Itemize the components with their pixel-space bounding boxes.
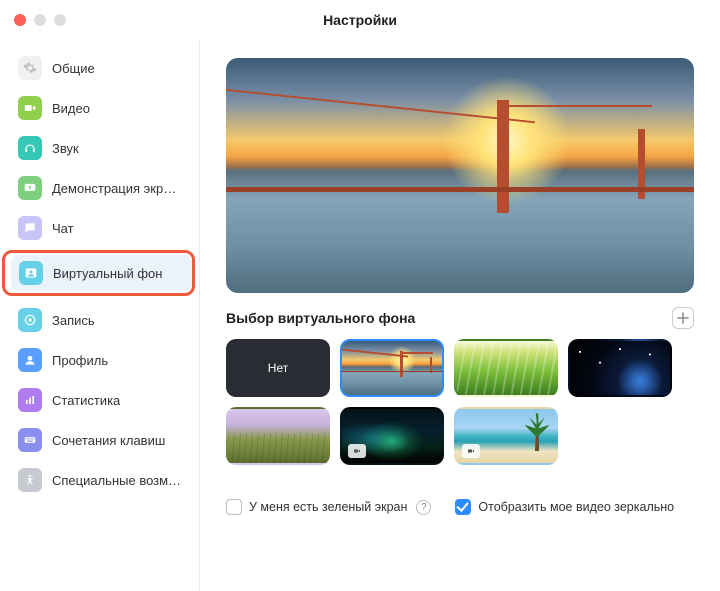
sidebar-item-9[interactable]: Сочетания клавиш bbox=[10, 422, 193, 458]
checkbox-icon bbox=[455, 499, 471, 515]
maximize-window[interactable] bbox=[54, 14, 66, 26]
bg-option-1[interactable] bbox=[340, 339, 444, 397]
record-icon bbox=[18, 308, 42, 332]
background-thumbnails: Нет bbox=[226, 339, 694, 465]
sidebar-item-label: Профиль bbox=[52, 353, 108, 368]
sidebar-item-label: Статистика bbox=[52, 393, 120, 408]
sidebar-item-label: Специальные возм… bbox=[52, 473, 181, 488]
sidebar-item-1[interactable]: Видео bbox=[10, 90, 193, 126]
sidebar-item-label: Видео bbox=[52, 101, 90, 116]
titlebar: Настройки bbox=[0, 0, 720, 40]
stats-icon bbox=[18, 388, 42, 412]
green-screen-label: У меня есть зеленый экран bbox=[249, 500, 407, 514]
minimize-window[interactable] bbox=[34, 14, 46, 26]
sidebar-item-label: Виртуальный фон bbox=[53, 266, 162, 281]
plus-icon bbox=[677, 312, 689, 324]
checkbox-icon bbox=[226, 499, 242, 515]
mirror-video-label: Отобразить мое видео зеркально bbox=[478, 500, 674, 514]
sidebar-item-8[interactable]: Статистика bbox=[10, 382, 193, 418]
bg-option-3[interactable] bbox=[568, 339, 672, 397]
add-background-button[interactable] bbox=[672, 307, 694, 329]
sidebar-item-5[interactable]: Виртуальный фон bbox=[11, 255, 192, 291]
accessibility-icon bbox=[18, 468, 42, 492]
sidebar-item-7[interactable]: Профиль bbox=[10, 342, 193, 378]
share-screen-icon bbox=[18, 176, 42, 200]
video-icon bbox=[18, 96, 42, 120]
bg-option-5[interactable] bbox=[340, 407, 444, 465]
sidebar-item-4[interactable]: Чат bbox=[10, 210, 193, 246]
sidebar-item-6[interactable]: Запись bbox=[10, 302, 193, 338]
keyboard-icon bbox=[18, 428, 42, 452]
window-controls bbox=[14, 14, 66, 26]
sidebar-item-2[interactable]: Звук bbox=[10, 130, 193, 166]
sidebar-item-0[interactable]: Общие bbox=[10, 50, 193, 86]
video-badge-icon bbox=[462, 444, 480, 458]
mirror-video-checkbox[interactable]: Отобразить мое видео зеркально bbox=[455, 499, 674, 515]
sidebar-item-10[interactable]: Специальные возм… bbox=[10, 462, 193, 498]
profile-icon bbox=[18, 348, 42, 372]
bg-option-2[interactable] bbox=[454, 339, 558, 397]
sidebar-item-label: Чат bbox=[52, 221, 74, 236]
help-icon[interactable]: ? bbox=[416, 500, 431, 515]
window-title: Настройки bbox=[0, 12, 720, 28]
bg-option-6[interactable] bbox=[454, 407, 558, 465]
headphones-icon bbox=[18, 136, 42, 160]
sidebar-item-label: Общие bbox=[52, 61, 95, 76]
options-row: У меня есть зеленый экран ? Отобразить м… bbox=[226, 499, 694, 515]
content-virtual-background: Выбор виртуального фона Нет У меня есть … bbox=[200, 40, 720, 591]
video-preview bbox=[226, 58, 694, 293]
sidebar-item-3[interactable]: Демонстрация экр… bbox=[10, 170, 193, 206]
sidebar: Общие Видео Звук Демонстрация экр… Чат Виртуа… bbox=[0, 40, 200, 591]
virtual-bg-icon bbox=[19, 261, 43, 285]
video-badge-icon bbox=[348, 444, 366, 458]
sidebar-item-label: Демонстрация экр… bbox=[52, 181, 176, 196]
close-window[interactable] bbox=[14, 14, 26, 26]
none-label: Нет bbox=[268, 361, 288, 375]
sidebar-item-label: Сочетания клавиш bbox=[52, 433, 165, 448]
chat-icon bbox=[18, 216, 42, 240]
green-screen-checkbox[interactable]: У меня есть зеленый экран ? bbox=[226, 499, 431, 515]
bg-option-4[interactable] bbox=[226, 407, 330, 465]
sidebar-item-label: Звук bbox=[52, 141, 79, 156]
bg-option-none[interactable]: Нет bbox=[226, 339, 330, 397]
sidebar-item-label: Запись bbox=[52, 313, 95, 328]
gear-icon bbox=[18, 56, 42, 80]
section-title: Выбор виртуального фона bbox=[226, 310, 415, 326]
